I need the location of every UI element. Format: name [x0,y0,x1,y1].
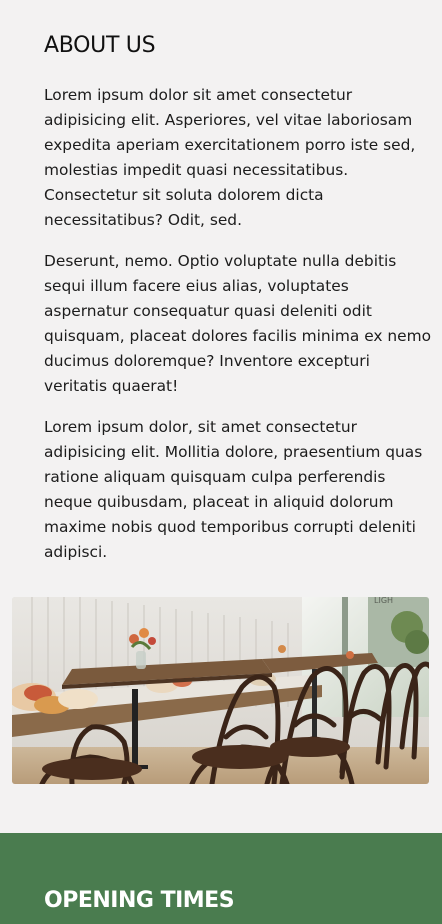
about-section: ABOUT US Lorem ipsum dolor sit amet cons… [0,0,442,833]
about-paragraph-3: Lorem ipsum dolor, sit amet consectetur … [44,418,423,561]
about-paragraph-2: Deserunt, nemo. Optio voluptate nulla de… [44,252,432,395]
opening-times-section: OPENING TIMES [0,833,442,924]
about-title: ABOUT US [44,33,156,58]
opening-times-title: OPENING TIMES [44,888,235,913]
cafe-interior-photo: LIGH [12,597,429,784]
about-paragraph-1: Lorem ipsum dolor sit amet consectetur a… [44,86,416,229]
svg-text:LIGH: LIGH [374,597,393,605]
